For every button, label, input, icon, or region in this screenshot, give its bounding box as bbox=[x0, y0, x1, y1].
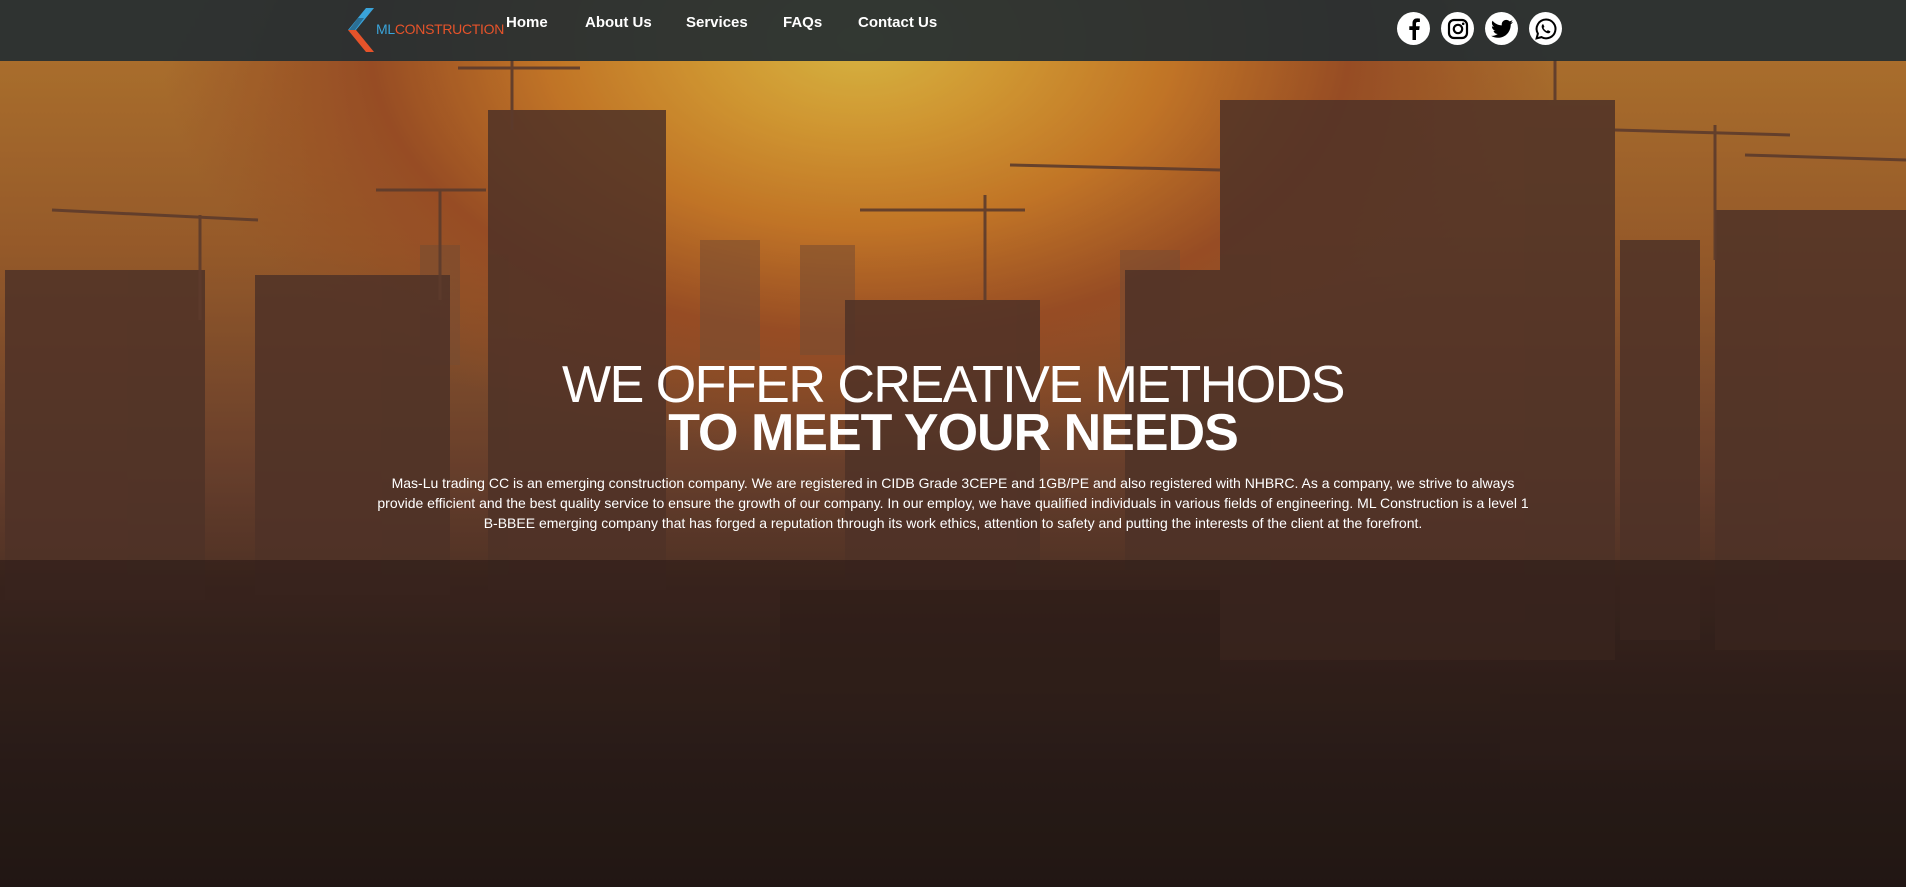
instagram-link[interactable] bbox=[1441, 12, 1474, 45]
twitter-link[interactable] bbox=[1485, 12, 1518, 45]
logo-chevron-icon bbox=[348, 8, 374, 52]
logo-text-ml: ML bbox=[376, 21, 395, 37]
logo-text-construction: CONSTRUCTION bbox=[394, 21, 505, 37]
nav-faqs[interactable]: FAQs bbox=[783, 14, 822, 31]
facebook-icon bbox=[1408, 17, 1420, 40]
whatsapp-icon bbox=[1534, 17, 1556, 40]
logo-wordmark: MLCONSTRUCTION bbox=[376, 21, 504, 37]
nav-about-us[interactable]: About Us bbox=[585, 14, 652, 31]
nav-contact-us[interactable]: Contact Us bbox=[858, 14, 937, 31]
top-navigation-bar: MLCONSTRUCTION Home About Us Services FA… bbox=[0, 0, 1906, 61]
whatsapp-link[interactable] bbox=[1529, 12, 1562, 45]
facebook-link[interactable] bbox=[1397, 12, 1430, 45]
nav-home[interactable]: Home bbox=[506, 14, 548, 31]
hero-headline-line2: TO MEET YOUR NEEDS bbox=[668, 404, 1239, 462]
nav-services[interactable]: Services bbox=[686, 14, 748, 31]
twitter-icon bbox=[1490, 19, 1513, 38]
hero-description: Mas-Lu trading CC is an emerging constru… bbox=[377, 475, 1529, 531]
instagram-icon bbox=[1447, 18, 1468, 39]
